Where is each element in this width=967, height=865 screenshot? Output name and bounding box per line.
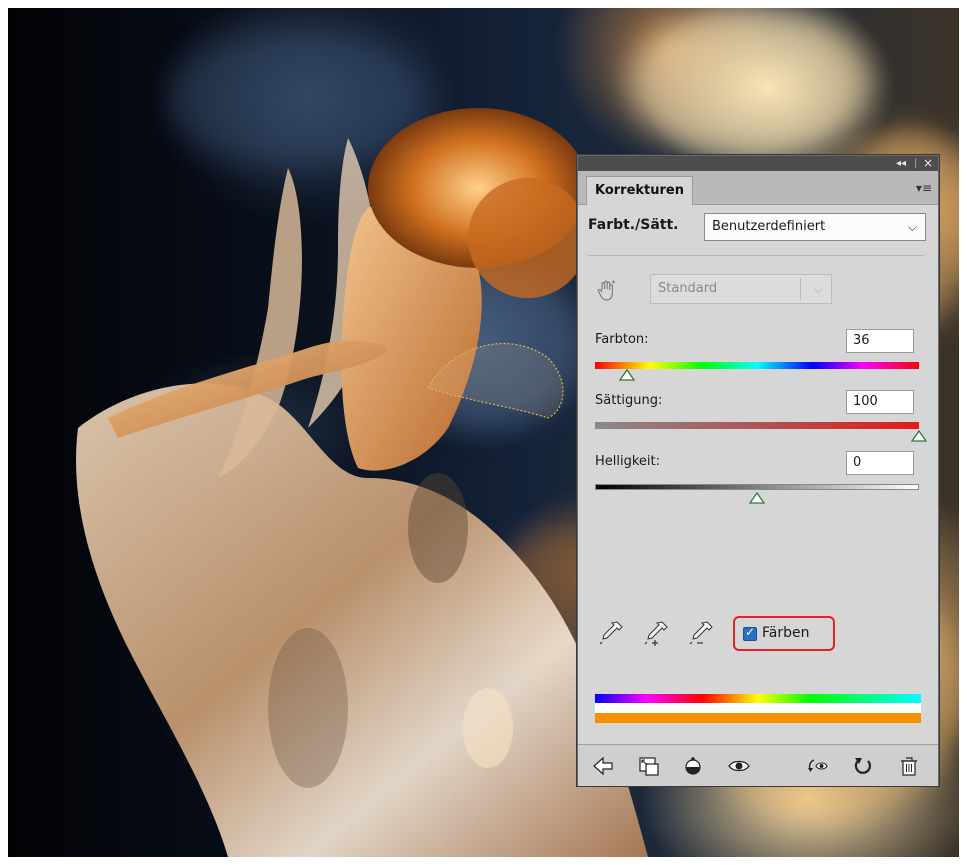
hue-slider-thumb[interactable] [619,369,636,381]
expand-view-icon[interactable] [638,755,660,777]
trash-icon[interactable] [898,755,920,777]
panel-title-strip: ◂◂ | × [578,156,938,171]
chevron-down-icon: ⌵ [907,220,917,234]
panel-menu-icon[interactable]: ▾≡ [916,181,932,195]
eyedropper-plus-icon[interactable] [641,618,671,648]
tab-korrekturen[interactable]: Korrekturen [586,176,693,205]
hue-slider-track[interactable] [595,362,919,369]
chevron-down-icon: ⌵ [813,282,823,296]
back-arrow-icon[interactable] [592,755,614,777]
separator: | [914,158,918,169]
lightness-input[interactable]: 0 [846,451,914,475]
clip-to-layer-icon[interactable] [682,755,704,777]
hue-input[interactable]: 36 [846,329,914,353]
eyedropper-icon[interactable] [596,618,626,648]
lightness-slider-thumb[interactable] [749,492,765,504]
lightness-slider-track[interactable] [595,484,919,490]
channel-value: Standard [658,281,718,296]
colorize-label[interactable]: Färben [762,625,809,641]
dropdown-separator [800,278,801,300]
adjustment-type-label: Farbt./Sätt. [588,217,679,233]
collapse-icon[interactable]: ◂◂ [896,156,906,171]
saturation-slider-track[interactable] [595,422,919,429]
colorize-checkbox[interactable]: ✓ [743,625,757,641]
saturation-label: Sättigung: [595,393,663,408]
adjustments-panel: ◂◂ | × Korrekturen ▾≡ Farbt./Sätt. Benut… [577,155,939,786]
panel-bottom-toolbar [578,744,938,786]
close-icon[interactable]: × [923,156,933,171]
view-previous-state-icon[interactable] [806,755,828,777]
colorize-highlight: ✓ Färben [733,616,835,651]
targeted-adjustment-hand-icon[interactable] [595,279,619,303]
channel-dropdown[interactable]: Standard ⌵ [650,274,832,304]
eye-icon[interactable] [728,755,750,777]
saturation-slider-thumb[interactable] [911,430,927,442]
preset-dropdown[interactable]: Benutzerdefiniert ⌵ [704,213,926,241]
divider [588,255,924,256]
hue-label: Farbton: [595,332,649,347]
spectrum-gap [595,703,921,713]
saturation-input[interactable]: 100 [846,390,914,414]
eyedropper-minus-icon[interactable] [686,618,716,648]
panel-tab-bar: Korrekturen ▾≡ [578,171,938,205]
output-spectrum-bar [595,713,921,723]
preset-value: Benutzerdefiniert [712,219,826,234]
reset-icon[interactable] [852,755,874,777]
input-spectrum-bar [595,694,921,703]
lightness-label: Helligkeit: [595,454,661,469]
check-icon: ✓ [745,625,756,639]
